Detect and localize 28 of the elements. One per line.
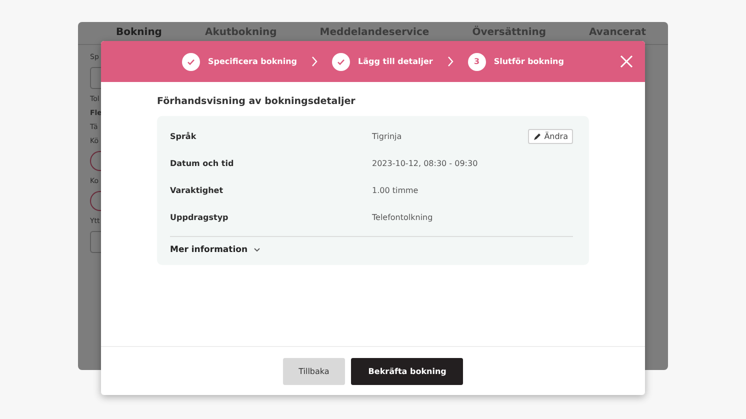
detail-value: Telefontolkning <box>372 213 434 222</box>
detail-label: Språk <box>170 132 198 141</box>
detail-value: 2023-10-12, 08:30 - 09:30 <box>372 159 479 168</box>
detail-label: Uppdragstyp <box>170 213 230 222</box>
tab[interactable]: Översättning <box>472 22 546 44</box>
chevron-right-icon <box>311 56 318 67</box>
step-label: Slutför bokning <box>494 57 564 66</box>
back-button[interactable]: Tillbaka <box>282 358 346 384</box>
more-info-toggle[interactable]: Mer information <box>170 245 260 255</box>
tab[interactable]: Meddelandeservice <box>320 22 430 44</box>
step-label: Lägg till detaljer <box>358 57 433 66</box>
check-icon <box>186 56 196 66</box>
check-icon <box>336 56 346 66</box>
chevron-right-icon <box>446 56 454 67</box>
chevron-down-icon <box>254 248 260 252</box>
section-title: Förhandsvisning av bokningsdetaljer <box>157 96 356 107</box>
detail-value: Tigrinja <box>372 132 403 141</box>
detail-value: 1.00 timme <box>372 186 420 195</box>
tab[interactable]: Avancerat <box>589 22 646 44</box>
close-button[interactable] <box>618 53 635 70</box>
edit-button[interactable]: Ändra <box>528 129 573 144</box>
confirm-button[interactable]: Bekräfta bokning <box>351 358 464 384</box>
detail-label: Datum och tid <box>170 159 235 168</box>
tab[interactable]: Akutbokning <box>204 22 277 44</box>
step-number: 3 <box>468 52 486 70</box>
pencil-icon <box>533 132 542 140</box>
step-label: Specificera bokning <box>208 57 298 66</box>
detail-label: Varaktighet <box>170 186 224 195</box>
